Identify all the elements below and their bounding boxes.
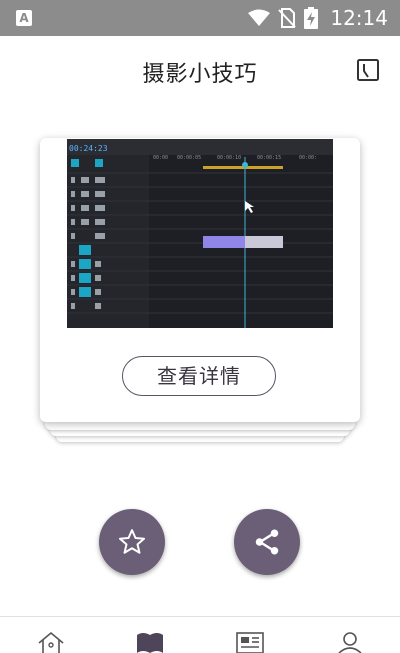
clock: 12:14 (330, 6, 388, 30)
tip-card[interactable]: 00:24:23 00:00 00:00:05 00:00:10 00:00:1… (40, 138, 360, 422)
svg-text:00:00: 00:00 (153, 155, 168, 161)
book-icon[interactable] (135, 629, 165, 653)
no-sim-icon (278, 8, 297, 28)
svg-text:00:00:: 00:00: (299, 155, 317, 161)
star-icon (119, 529, 145, 554)
share-icon (255, 529, 279, 555)
favorite-button[interactable] (99, 509, 165, 575)
svg-text:00:00:05: 00:00:05 (177, 155, 201, 161)
svg-text:00:00:15: 00:00:15 (257, 155, 281, 161)
tip-image: 00:24:23 00:00 00:00:05 00:00:10 00:00:1… (67, 139, 333, 328)
app-notification-icon: A (16, 10, 32, 26)
video-editor-timeline-screenshot: 00:24:23 00:00 00:00:05 00:00:10 00:00:1… (67, 139, 333, 328)
bottom-nav (0, 616, 400, 653)
profile-icon[interactable] (335, 629, 365, 653)
page-title: 摄影小技巧 (142, 62, 258, 87)
wifi-icon (248, 9, 271, 26)
header: 摄影小技巧 (0, 36, 400, 104)
svg-text:00:24:23: 00:24:23 (69, 144, 108, 153)
home-icon[interactable] (36, 629, 66, 653)
bookmark-square-icon[interactable] (356, 58, 380, 82)
status-bar: A 12:14 (0, 0, 400, 36)
article-icon[interactable] (235, 629, 265, 653)
share-button[interactable] (234, 509, 300, 575)
battery-charging-icon (304, 7, 319, 29)
svg-text:00:00:10: 00:00:10 (217, 155, 241, 161)
status-icons: 12:14 (248, 0, 388, 36)
view-details-button[interactable]: 查看详情 (122, 356, 276, 396)
